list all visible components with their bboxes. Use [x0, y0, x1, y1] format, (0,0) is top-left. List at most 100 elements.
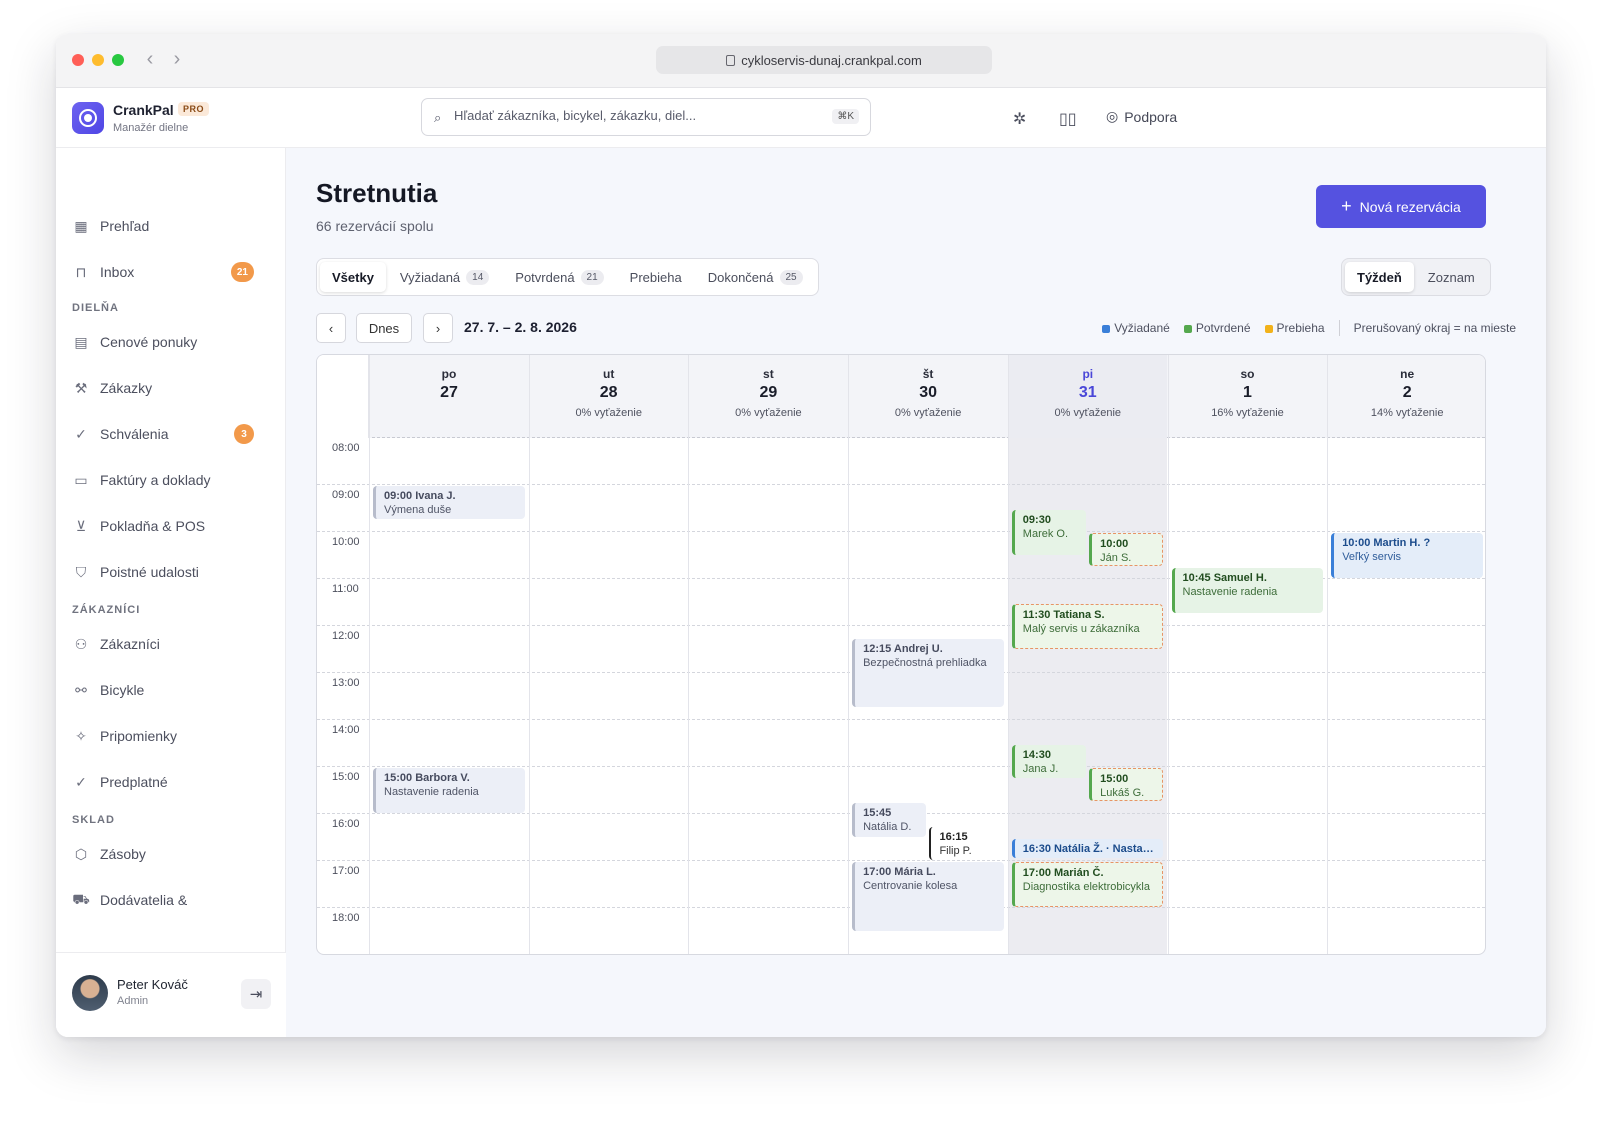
minimize-window-button[interactable] — [92, 54, 104, 66]
appointment[interactable]: 10:00 Martin H. ? Veľký servis — [1331, 533, 1483, 578]
tab-label: Potvrdená — [515, 269, 575, 285]
day-utilization: 0% vyťaženie — [1054, 407, 1122, 419]
appointment[interactable]: 16:15 Filip P. — [929, 826, 1000, 860]
sidebar-item-zákazky[interactable]: ⚒ Zákazky — [72, 372, 270, 404]
appointment-subtitle: Bezpečnostná prehliadka — [863, 656, 987, 669]
appointment-title: 12:15 Andrej U. — [863, 642, 943, 655]
appointment[interactable]: 16:30 Natália Ž. · Nastavenie radenia — [1011, 838, 1164, 858]
appointment-title: 10:00 — [1100, 538, 1129, 550]
global-search[interactable]: ⌕ ⌘K — [421, 98, 871, 136]
banknote-icon: ▭ — [74, 471, 88, 488]
sidebar-item-bicykle[interactable]: ⚯ Bicykle — [72, 674, 270, 706]
view-toggle: Týždeň Zoznam — [1341, 258, 1491, 296]
avatar[interactable] — [72, 975, 108, 1011]
day-header[interactable]: ut 28 0% vyťaženie — [528, 355, 688, 438]
sidebar-item-schválenia[interactable]: ✓ Schválenia 3 — [72, 418, 270, 450]
tab-status[interactable]: Vyžiadaná 14 — [388, 262, 501, 292]
appointment-subtitle: Malý servis u zákazníka — [1022, 622, 1140, 635]
sidebar-item-cenové-ponuky[interactable]: ▤ Cenové ponuky — [72, 326, 270, 358]
hour-label: 14:00 — [332, 724, 360, 736]
support-label: Podpora — [1124, 108, 1178, 125]
appointment[interactable]: 15:00 Lukáš G. — [1089, 768, 1164, 802]
hour-row — [317, 438, 1485, 485]
tab-status[interactable]: Potvrdená 21 — [503, 262, 615, 292]
tab-view[interactable]: Zoznam — [1416, 262, 1487, 292]
maximize-window-button[interactable] — [112, 54, 124, 66]
legend-label: Potvrdené — [1195, 321, 1251, 335]
appointment[interactable]: 09:30 Marek O. — [1011, 509, 1087, 555]
appointment[interactable]: 15:00 Barbora V. Nastavenie radenia — [373, 768, 525, 813]
plus-icon: + — [1341, 196, 1352, 216]
close-window-button[interactable] — [72, 54, 84, 66]
day-name: st — [763, 367, 774, 381]
sidebar-item-prehľad[interactable]: ▦ Prehľad — [72, 210, 270, 242]
hour-label: 11:00 — [332, 583, 359, 595]
tab-status[interactable]: Všetky — [320, 262, 386, 292]
tab-view[interactable]: Týždeň — [1345, 262, 1414, 292]
day-header[interactable]: ne 2 14% vyťaženie — [1327, 355, 1485, 438]
sidebar-item-label: Poistné udalosti — [100, 564, 199, 580]
support-link[interactable]: ◎ Podpora — [1106, 108, 1177, 125]
day-name: so — [1240, 367, 1255, 381]
appointment-subtitle: Centrovanie kolesa — [863, 880, 958, 892]
appointment[interactable]: 15:45 Natália D. — [852, 803, 927, 837]
sidebar-item-pripomienky[interactable]: ✧ Pripomienky — [72, 720, 270, 752]
sidebar-item-predplatné[interactable]: ✓ Predplatné — [72, 766, 270, 798]
day-header[interactable]: št 30 0% vyťaženie — [848, 355, 1007, 438]
url-bar[interactable]: cykloservis-dunaj.crankpal.com — [656, 46, 992, 74]
sidebar-item-faktúry-a-doklady[interactable]: ▭ Faktúry a doklady — [72, 464, 270, 496]
document-icon: ▤ — [74, 333, 88, 350]
sidebar-item-zásoby[interactable]: ⬡ Zásoby — [72, 838, 270, 870]
appointment[interactable]: 11:30 Tatiana S. Malý servis u zákazníka — [1011, 603, 1164, 649]
day-header[interactable]: po 27 — [369, 355, 528, 438]
appointment[interactable]: 10:45 Samuel H. Nastavenie radenia — [1171, 568, 1324, 614]
day-header[interactable]: so 1 16% vyťaženie — [1167, 355, 1327, 438]
dashboard-icon: ▦ — [74, 217, 88, 234]
prev-week-button[interactable]: ‹ — [316, 313, 346, 343]
appointment[interactable]: 17:00 Mária L. Centrovanie kolesa — [852, 862, 1004, 931]
appointment-subtitle: Nastavenie radenia — [384, 786, 479, 798]
sidebar-item-zákazníci[interactable]: ⚇ Zákazníci — [72, 628, 270, 660]
back-arrow-icon[interactable]: ‹ — [140, 48, 160, 71]
crankpal-logo-icon[interactable] — [72, 102, 104, 134]
sidebar-item-label: Predplatné — [100, 774, 168, 790]
appointment[interactable]: 09:00 Ivana J. Výmena duše — [373, 486, 525, 520]
page-icon — [726, 54, 736, 66]
day-header[interactable]: pi 31 0% vyťaženie — [1007, 355, 1167, 438]
appointment[interactable]: 10:00 Ján S. — [1089, 533, 1164, 567]
appointment-title: 09:00 Ivana J. — [384, 490, 456, 502]
day-name: pi — [1082, 367, 1094, 381]
appointment[interactable]: 17:00 Marián Č. Diagnostika elektrobicykl… — [1011, 862, 1164, 907]
next-week-button[interactable]: › — [423, 313, 453, 343]
day-header[interactable]: st 29 0% vyťaženie — [688, 355, 847, 438]
appointment-subtitle: Lukáš G. — [1100, 787, 1145, 799]
sidebar-item-label: Zásoby — [100, 846, 146, 862]
logout-button[interactable]: ⇥ — [241, 979, 271, 1009]
sidebar-item-pokladňa-pos[interactable]: ⊻ Pokladňa & POS — [72, 510, 270, 542]
lifebuoy-icon: ◎ — [1106, 108, 1119, 124]
book-icon[interactable]: ▯▯ — [1059, 109, 1077, 129]
sidebar-item-label: Zákazníci — [100, 636, 160, 652]
day-date: 2 — [1402, 384, 1412, 401]
page-subtitle: 66 rezervácií spolu — [316, 218, 434, 234]
appointment-subtitle: Marek O. — [1022, 527, 1069, 540]
tab-status[interactable]: Prebieha — [618, 262, 694, 292]
today-button[interactable]: Dnes — [356, 313, 412, 343]
search-input[interactable] — [454, 108, 814, 123]
sidebar-item-dodávatelia-[interactable]: ⛟ Dodávatelia & — [72, 884, 270, 916]
sidebar-item-label: Cenové ponuky — [100, 334, 198, 350]
forward-arrow-icon[interactable]: › — [167, 48, 187, 71]
sidebar-item-poistné-udalosti[interactable]: ⛉ Poistné udalosti — [72, 556, 270, 588]
sidebar-item-label: Zákazky — [100, 380, 153, 396]
hour-label: 15:00 — [332, 771, 360, 783]
logout-icon: ⇥ — [249, 986, 263, 1003]
bug-icon[interactable]: ✲ — [1013, 109, 1026, 129]
legend-item: Prebieha — [1264, 321, 1325, 335]
new-reservation-button[interactable]: + Nová rezervácia — [1316, 185, 1486, 228]
appointment[interactable]: 12:15 Andrej U. Bezpečnostná prehliadka — [852, 638, 1004, 708]
tab-status[interactable]: Dokončená 25 — [696, 262, 815, 292]
sidebar-item-inbox[interactable]: ⊓ Inbox 21 — [72, 256, 270, 288]
legend-swatch — [1264, 324, 1273, 333]
appointment-subtitle: Ján S. — [1100, 552, 1132, 564]
appointment[interactable]: 14:30 Jana J. — [1011, 744, 1087, 778]
